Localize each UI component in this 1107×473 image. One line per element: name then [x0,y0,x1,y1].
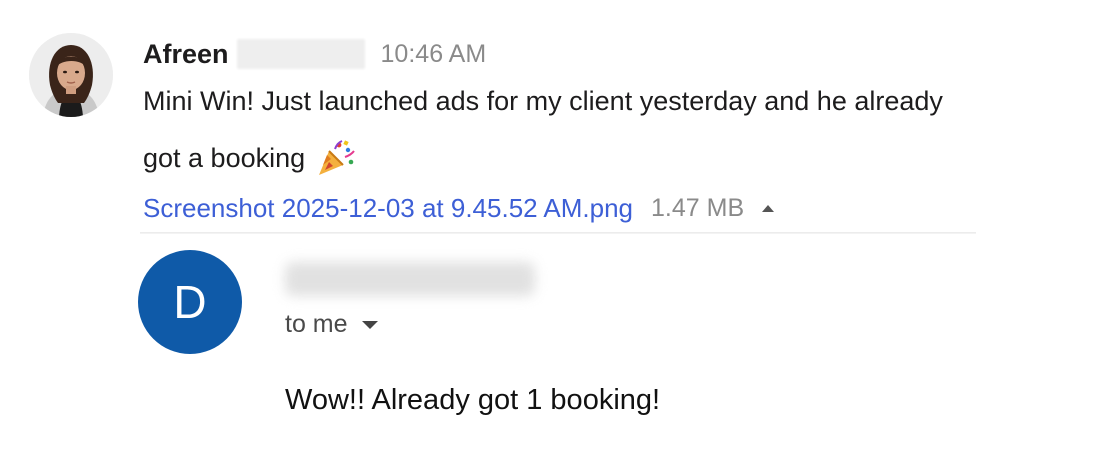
message-timestamp[interactable]: 10:46 AM [381,40,487,69]
redacted-sender-name [285,262,535,296]
message-text-line-2: got a booking [143,137,357,179]
sender-name[interactable]: Afreen [143,39,229,70]
email-body-text: Wow!! Already got 1 booking! [285,384,661,416]
sender-avatar[interactable] [29,33,113,117]
attachment-filename-link[interactable]: Screenshot 2025-12-03 at 9.45.52 AM.png [143,193,633,224]
redacted-surname [236,39,365,69]
divider [140,232,976,234]
sender-row: Afreen 10:46 AM [143,34,486,74]
collapse-caret-icon[interactable] [762,205,775,212]
attachment-file-size: 1.47 MB [651,194,745,222]
person-avatar-icon [29,33,113,117]
recipient-label: to me [285,310,348,338]
sender-initial-avatar[interactable]: D [138,250,242,354]
message-text-line-1: Mini Win! Just launched ads for my clien… [143,86,943,116]
chevron-down-icon[interactable] [361,320,378,329]
chat-message: Afreen 10:46 AM Mini Win! Just launched … [0,0,1107,240]
email-message: D to me Wow!! Already got 1 booking! [0,236,1107,473]
attachment-row: Screenshot 2025-12-03 at 9.45.52 AM.png … [143,193,775,224]
message-text-line-2-label: got a booking [143,142,306,173]
party-popper-icon [319,140,355,175]
recipient-details-toggle[interactable]: to me [285,310,378,339]
